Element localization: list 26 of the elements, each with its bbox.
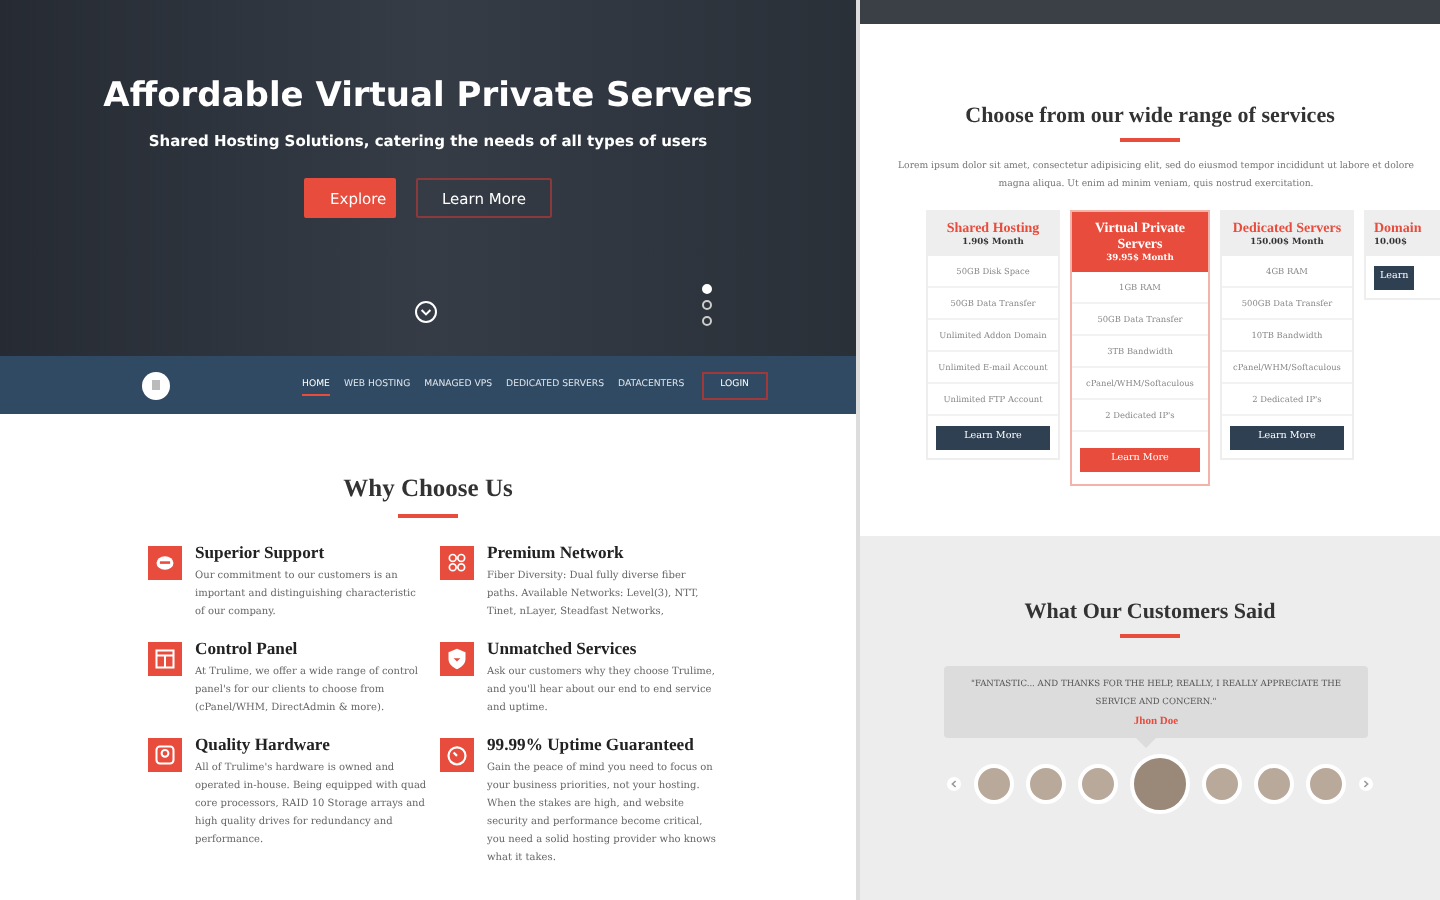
scroll-down-icon[interactable] — [414, 300, 438, 324]
avatar[interactable] — [1026, 763, 1066, 803]
avatar[interactable] — [1078, 763, 1118, 803]
next-icon[interactable] — [1358, 775, 1374, 791]
feature-title: Quality Hardware — [195, 733, 332, 753]
slide-dot[interactable] — [702, 300, 712, 310]
feature-title: Control Panel — [195, 637, 300, 657]
section-title: What Our Customers Said — [1024, 600, 1276, 624]
hero-title: Affordable Virtual Private Servers — [103, 76, 753, 116]
slide-dot[interactable] — [702, 316, 712, 326]
previous-icon[interactable] — [946, 775, 962, 791]
avatar[interactable] — [1130, 753, 1190, 813]
section-title: Why Choose Us — [343, 474, 513, 504]
network-icon — [439, 545, 473, 579]
panel-icon — [147, 641, 181, 675]
section-title: Choose from our wide range of services — [965, 104, 1335, 128]
feature-title: Superior Support — [195, 541, 327, 561]
feature-title: Premium Network — [487, 541, 626, 561]
avatar[interactable] — [974, 763, 1014, 803]
logo-icon[interactable] — [142, 371, 170, 399]
feature-title: 99.99% Uptime Guaranteed — [487, 733, 696, 753]
shield-icon — [439, 641, 473, 675]
avatar[interactable] — [1306, 763, 1346, 803]
avatar[interactable] — [1254, 763, 1294, 803]
feature-title: Unmatched Services — [487, 637, 639, 657]
avatar[interactable] — [1202, 763, 1242, 803]
